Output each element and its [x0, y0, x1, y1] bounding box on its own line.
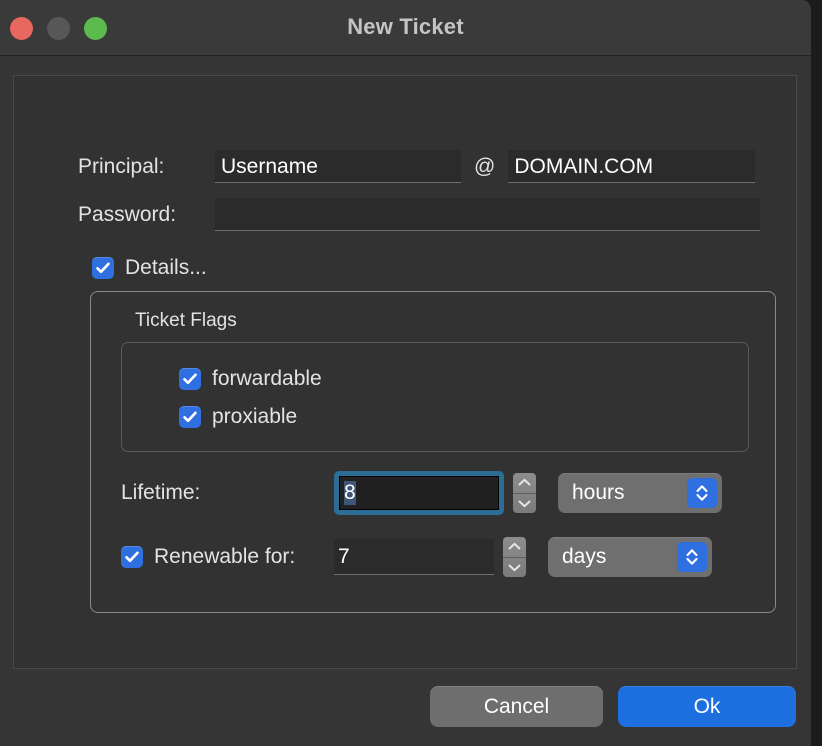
renewable-stepper-up[interactable] [503, 537, 526, 558]
chevron-down-icon [518, 500, 531, 507]
details-group-box: Ticket Flags forwardable proxiable Lifet… [90, 291, 776, 613]
flag-forwardable-row[interactable]: forwardable [179, 367, 322, 391]
details-checkbox-row[interactable]: Details... [92, 256, 207, 280]
details-checkbox-label: Details... [125, 256, 207, 279]
details-checkbox[interactable] [92, 257, 114, 279]
ok-button[interactable]: Ok [618, 686, 796, 727]
renewable-checkbox[interactable] [121, 546, 143, 568]
checkmark-icon [183, 411, 197, 423]
principal-label: Principal: [78, 154, 165, 178]
ticket-flags-title: Ticket Flags [135, 310, 237, 331]
ticket-flags-box: forwardable proxiable [121, 342, 749, 452]
checkmark-icon [183, 373, 197, 385]
window-title: New Ticket [347, 14, 464, 39]
at-separator: @ [474, 154, 496, 178]
lifetime-label: Lifetime: [121, 481, 201, 504]
lifetime-unit-popup[interactable]: hours [558, 473, 722, 513]
checkmark-icon [96, 262, 110, 274]
forwardable-label: forwardable [212, 367, 322, 390]
lifetime-stepper-down[interactable] [513, 494, 536, 514]
cancel-button[interactable]: Cancel [430, 686, 603, 727]
popup-updown-arrows[interactable] [677, 542, 707, 572]
chevron-updown-icon [686, 549, 698, 565]
chevron-down-icon [508, 564, 521, 571]
popup-updown-arrows[interactable] [687, 478, 717, 508]
renewable-value-input[interactable] [334, 539, 494, 575]
renewable-row: Renewable for: days [121, 534, 712, 580]
checkmark-icon [125, 551, 139, 563]
window-titlebar: New Ticket [0, 0, 811, 56]
lifetime-stepper-up[interactable] [513, 473, 536, 494]
renewable-checkbox-row[interactable]: Renewable for: [121, 545, 334, 569]
proxiable-checkbox[interactable] [179, 406, 201, 428]
renewable-unit-label: days [562, 545, 607, 568]
renewable-label: Renewable for: [154, 545, 296, 568]
lifetime-row: Lifetime: hours [121, 470, 722, 516]
principal-username-input[interactable] [215, 150, 461, 183]
forwardable-checkbox[interactable] [179, 368, 201, 390]
chevron-updown-icon [696, 485, 708, 501]
password-row: Password: [78, 198, 760, 231]
new-ticket-window: New Ticket Principal: @ Password: Detail… [0, 0, 812, 746]
renewable-unit-popup[interactable]: days [548, 537, 712, 577]
lifetime-focus-ring [334, 471, 504, 515]
renewable-stepper-down[interactable] [503, 558, 526, 578]
password-label: Password: [78, 202, 177, 226]
lifetime-value-input[interactable] [339, 476, 499, 510]
flag-proxiable-row[interactable]: proxiable [179, 405, 297, 429]
chevron-up-icon [518, 479, 531, 486]
chevron-up-icon [508, 543, 521, 550]
dialog-button-bar: Cancel Ok [0, 686, 811, 727]
principal-realm-input[interactable] [508, 150, 756, 183]
password-input[interactable] [215, 198, 760, 231]
lifetime-stepper[interactable] [513, 473, 536, 513]
lifetime-unit-label: hours [572, 481, 625, 504]
renewable-stepper[interactable] [503, 537, 526, 577]
principal-row: Principal: @ [78, 150, 756, 183]
proxiable-label: proxiable [212, 405, 298, 428]
